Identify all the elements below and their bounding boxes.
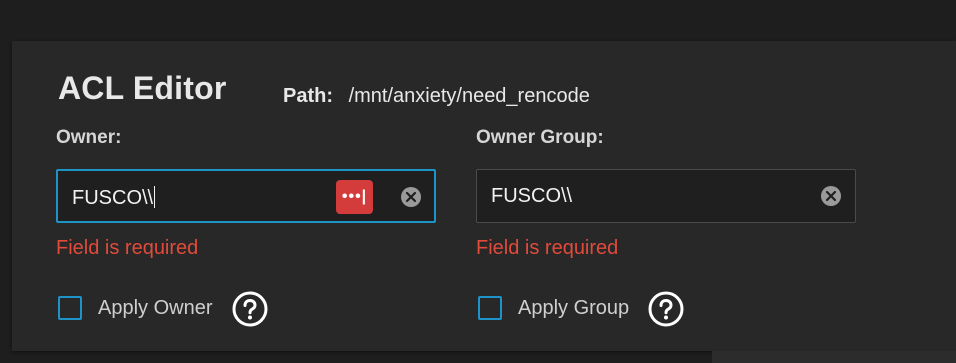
- owner-group-error-message: Field is required: [476, 237, 619, 259]
- owner-error-message: Field is required: [56, 237, 199, 259]
- owner-label: Owner:: [56, 127, 122, 148]
- help-icon[interactable]: [232, 291, 268, 327]
- clear-icon[interactable]: [820, 185, 842, 207]
- background-panel: [712, 351, 956, 363]
- password-manager-icon[interactable]: •••|: [336, 180, 373, 214]
- apply-owner-label[interactable]: Apply Owner: [98, 297, 213, 320]
- owner-group-input[interactable]: FUSCO\\: [476, 169, 856, 223]
- path-display: Path: /mnt/anxiety/need_rencode: [283, 85, 590, 108]
- text-caret: [154, 186, 156, 208]
- path-label: Path:: [283, 85, 333, 107]
- page-title: ACL Editor: [58, 70, 227, 106]
- owner-input[interactable]: FUSCO\\ •••|: [56, 169, 436, 223]
- apply-group-checkbox[interactable]: [478, 296, 502, 320]
- owner-group-input-value[interactable]: FUSCO\\: [491, 185, 572, 208]
- clear-icon[interactable]: [400, 186, 422, 208]
- help-icon[interactable]: [648, 291, 684, 327]
- owner-group-label: Owner Group:: [476, 127, 604, 148]
- apply-owner-checkbox[interactable]: [58, 296, 82, 320]
- page: ACL Editor Path: /mnt/anxiety/need_renco…: [0, 0, 956, 363]
- owner-input-value[interactable]: FUSCO\\: [72, 186, 156, 210]
- apply-group-label[interactable]: Apply Group: [518, 297, 629, 320]
- path-value: /mnt/anxiety/need_rencode: [348, 85, 590, 107]
- acl-editor-card: ACL Editor Path: /mnt/anxiety/need_renco…: [12, 41, 956, 351]
